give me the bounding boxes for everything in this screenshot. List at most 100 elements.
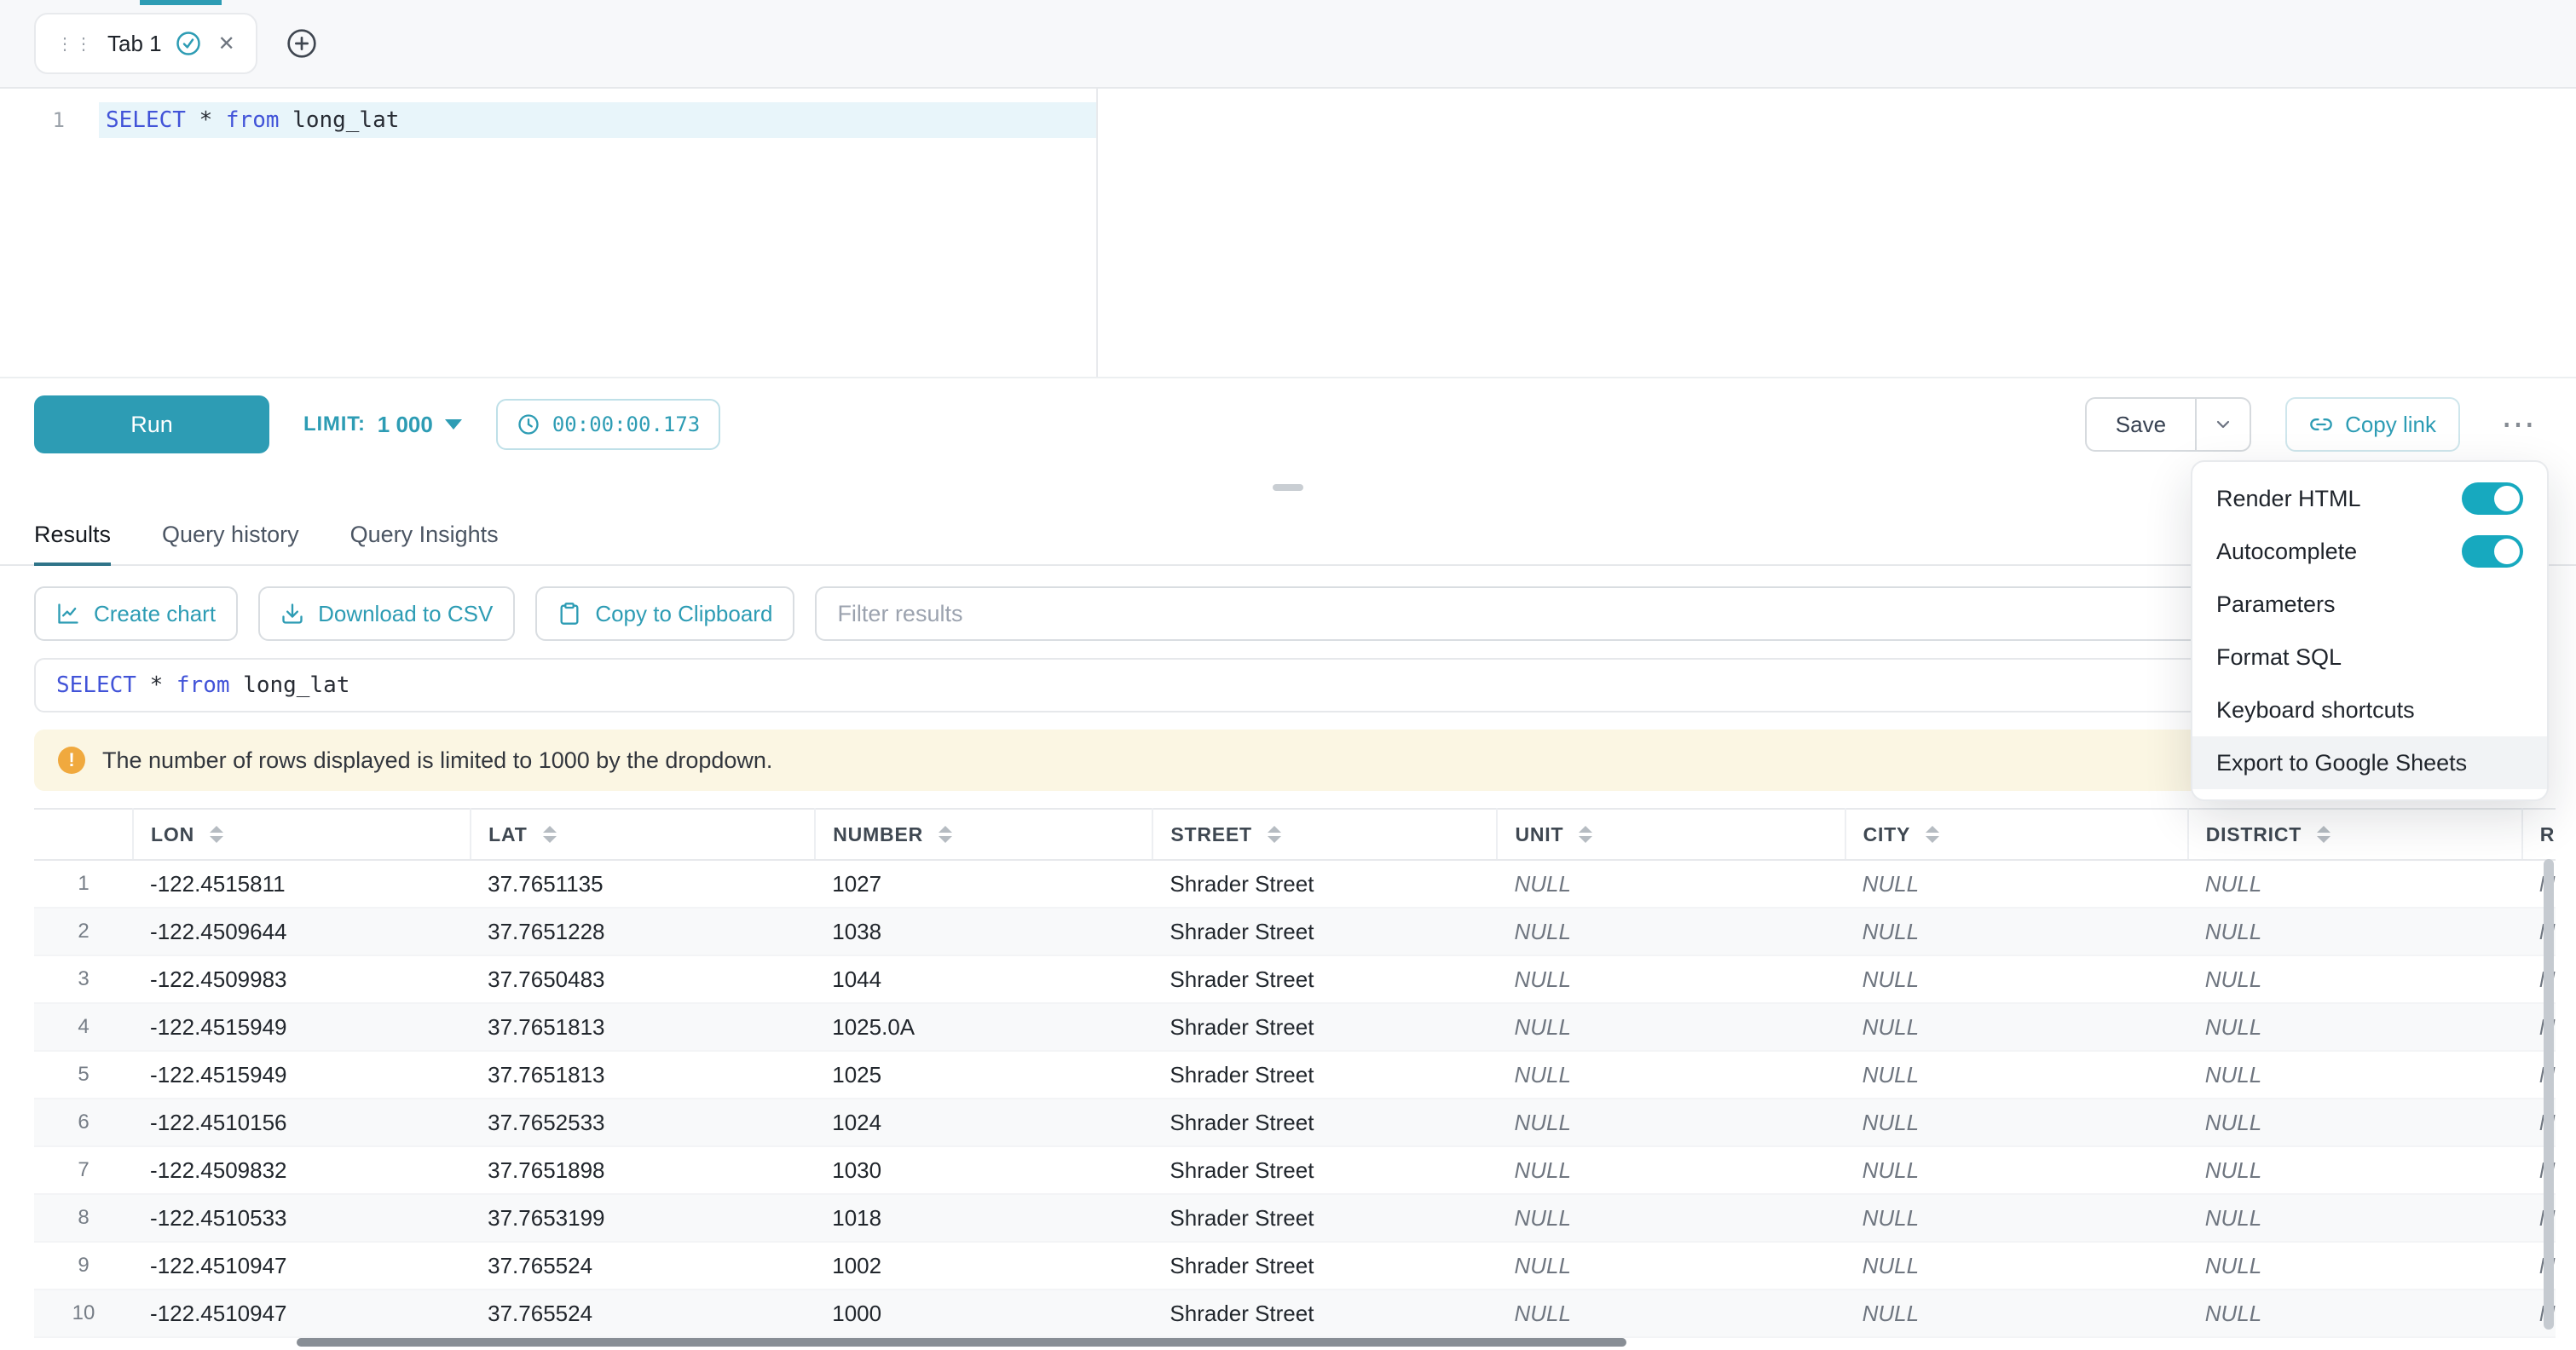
table-cell[interactable]: -122.4515949 [133,1003,471,1051]
tab-results[interactable]: Results [34,505,111,564]
table-cell[interactable]: 1000 [815,1289,1152,1337]
code-area[interactable]: SELECT * from long_lat [99,89,2576,377]
sort-icon[interactable] [1926,826,1939,843]
table-cell[interactable]: 1025.0A [815,1003,1152,1051]
table-cell[interactable]: -122.4509832 [133,1146,471,1194]
table-cell[interactable]: 37.7652533 [471,1099,815,1146]
table-cell[interactable]: -122.4510533 [133,1194,471,1242]
tab-query-insights[interactable]: Query Insights [350,505,499,564]
table-cell[interactable]: NULL [2188,1194,2522,1242]
table-cell[interactable]: NULL [1497,1099,1845,1146]
table-cell[interactable]: 1002 [815,1242,1152,1289]
create-chart-button[interactable]: Create chart [34,586,238,641]
column-header-re[interactable]: RE [2522,809,2556,860]
table-cell[interactable]: NULL [2188,1242,2522,1289]
table-row[interactable]: 9-122.451094737.7655241002Shrader Street… [34,1242,2556,1289]
table-cell[interactable]: 37.7651228 [471,908,815,955]
horizontal-scrollbar[interactable] [297,1338,1626,1347]
table-cell[interactable]: NULL [2188,1003,2522,1051]
table-cell[interactable]: NULL [2188,1099,2522,1146]
table-cell[interactable]: NULL [2188,955,2522,1003]
menu-item-parameters[interactable]: Parameters [2192,578,2547,631]
table-cell[interactable]: NULL [1845,1194,2188,1242]
column-header-lat[interactable]: LAT [471,809,815,860]
column-header-city[interactable]: CITY [1845,809,2188,860]
table-cell[interactable]: NULL [2522,1337,2556,1350]
table-cell[interactable]: 1044 [815,955,1152,1003]
sort-icon[interactable] [1579,826,1592,843]
table-cell[interactable]: Shrader Street [1152,1242,1497,1289]
table-cell[interactable]: 1027 [815,860,1152,908]
table-cell[interactable]: NULL [1845,1146,2188,1194]
sql-editor[interactable]: 1 SELECT * from long_lat [0,89,2576,378]
table-cell[interactable]: NULL [1497,1051,1845,1099]
table-cell[interactable]: Shrader Street [1152,955,1497,1003]
column-header-number[interactable]: NUMBER [815,809,1152,860]
menu-item-export-to-google-sheets[interactable]: Export to Google Sheets [2192,736,2547,789]
resize-handle[interactable] [1273,484,1303,491]
table-cell[interactable]: -122.4515811 [133,860,471,908]
table-cell[interactable]: 1025 [815,1051,1152,1099]
toggle-switch[interactable] [2462,535,2523,568]
column-header-unit[interactable]: UNIT [1497,809,1845,860]
table-cell[interactable]: NULL [1845,1003,2188,1051]
table-cell[interactable]: NULL [1497,860,1845,908]
sort-icon[interactable] [2317,826,2331,843]
table-cell[interactable]: Shrader Street [1152,1289,1497,1337]
table-cell[interactable]: NULL [1845,955,2188,1003]
column-header-lon[interactable]: LON [133,809,471,860]
table-cell[interactable]: -122.4510156 [133,1099,471,1146]
table-cell[interactable]: -122.4509644 [133,908,471,955]
table-cell[interactable]: NULL [2188,1051,2522,1099]
table-cell[interactable]: NULL [1845,1242,2188,1289]
table-cell[interactable]: NULL [1497,908,1845,955]
table-cell[interactable]: 37.7651813 [471,1003,815,1051]
table-row[interactable]: 2-122.450964437.76512281038Shrader Stree… [34,908,2556,955]
sort-icon[interactable] [1268,826,1281,843]
save-button[interactable]: Save [2085,397,2197,452]
copy-link-button[interactable]: Copy link [2285,397,2460,452]
table-cell[interactable]: NULL [1845,1051,2188,1099]
table-cell[interactable]: -122.4509983 [133,955,471,1003]
table-row[interactable]: 6-122.451015637.76525331024Shrader Stree… [34,1099,2556,1146]
table-row[interactable]: 3-122.450998337.76504831044Shrader Stree… [34,955,2556,1003]
table-cell[interactable]: NULL [2188,860,2522,908]
more-options-button[interactable]: ⋯ [2494,407,2542,441]
table-cell[interactable]: NULL [1845,1337,2188,1350]
table-row[interactable]: 8-122.451053337.76531991018Shrader Stree… [34,1194,2556,1242]
table-cell[interactable]: 37.765524 [471,1242,815,1289]
save-dropdown-button[interactable] [2197,397,2251,452]
table-cell[interactable]: NULL [1497,1003,1845,1051]
download-csv-button[interactable]: Download to CSV [258,586,515,641]
sort-icon[interactable] [939,826,952,843]
table-cell[interactable]: 37.7651135 [471,860,815,908]
toggle-switch[interactable] [2462,482,2523,515]
limit-dropdown[interactable]: LIMIT: 1 000 [303,412,462,438]
menu-item-format-sql[interactable]: Format SQL [2192,631,2547,684]
table-cell[interactable]: NULL [1497,1146,1845,1194]
table-cell[interactable]: NULL [1497,1289,1845,1337]
column-header-street[interactable]: STREET [1152,809,1497,860]
table-cell[interactable]: NULL [2188,1146,2522,1194]
table-cell[interactable]: NULL [1497,1194,1845,1242]
table-cell[interactable]: -122.4510947 [133,1242,471,1289]
menu-item-render-html[interactable]: Render HTML [2192,472,2547,525]
table-cell[interactable]: Shrader Street [1152,1146,1497,1194]
table-cell[interactable]: 1024 [815,1099,1152,1146]
tab-1[interactable]: ⋮⋮ Tab 1 ✕ [34,13,257,74]
table-row[interactable]: 1-122.451581137.76511351027Shrader Stree… [34,860,2556,908]
table-row[interactable]: 5-122.451594937.76518131025Shrader Stree… [34,1051,2556,1099]
vertical-scrollbar[interactable] [2544,859,2554,1330]
table-cell[interactable]: NULL [1497,1242,1845,1289]
table-cell[interactable]: NULL [2188,1289,2522,1337]
menu-item-autocomplete[interactable]: Autocomplete [2192,525,2547,578]
table-cell[interactable]: 37.7651898 [471,1146,815,1194]
table-cell[interactable]: Shrader Street [1152,1003,1497,1051]
table-cell[interactable]: 37.7651813 [471,1051,815,1099]
table-row[interactable]: 10-122.451094737.7655241000Shrader Stree… [34,1289,2556,1337]
table-cell[interactable]: 1018 [815,1194,1152,1242]
table-cell[interactable]: -122.4515949 [133,1051,471,1099]
table-cell[interactable]: NULL [1845,1099,2188,1146]
table-cell[interactable]: NULL [1845,908,2188,955]
column-header-district[interactable]: DISTRICT [2188,809,2522,860]
